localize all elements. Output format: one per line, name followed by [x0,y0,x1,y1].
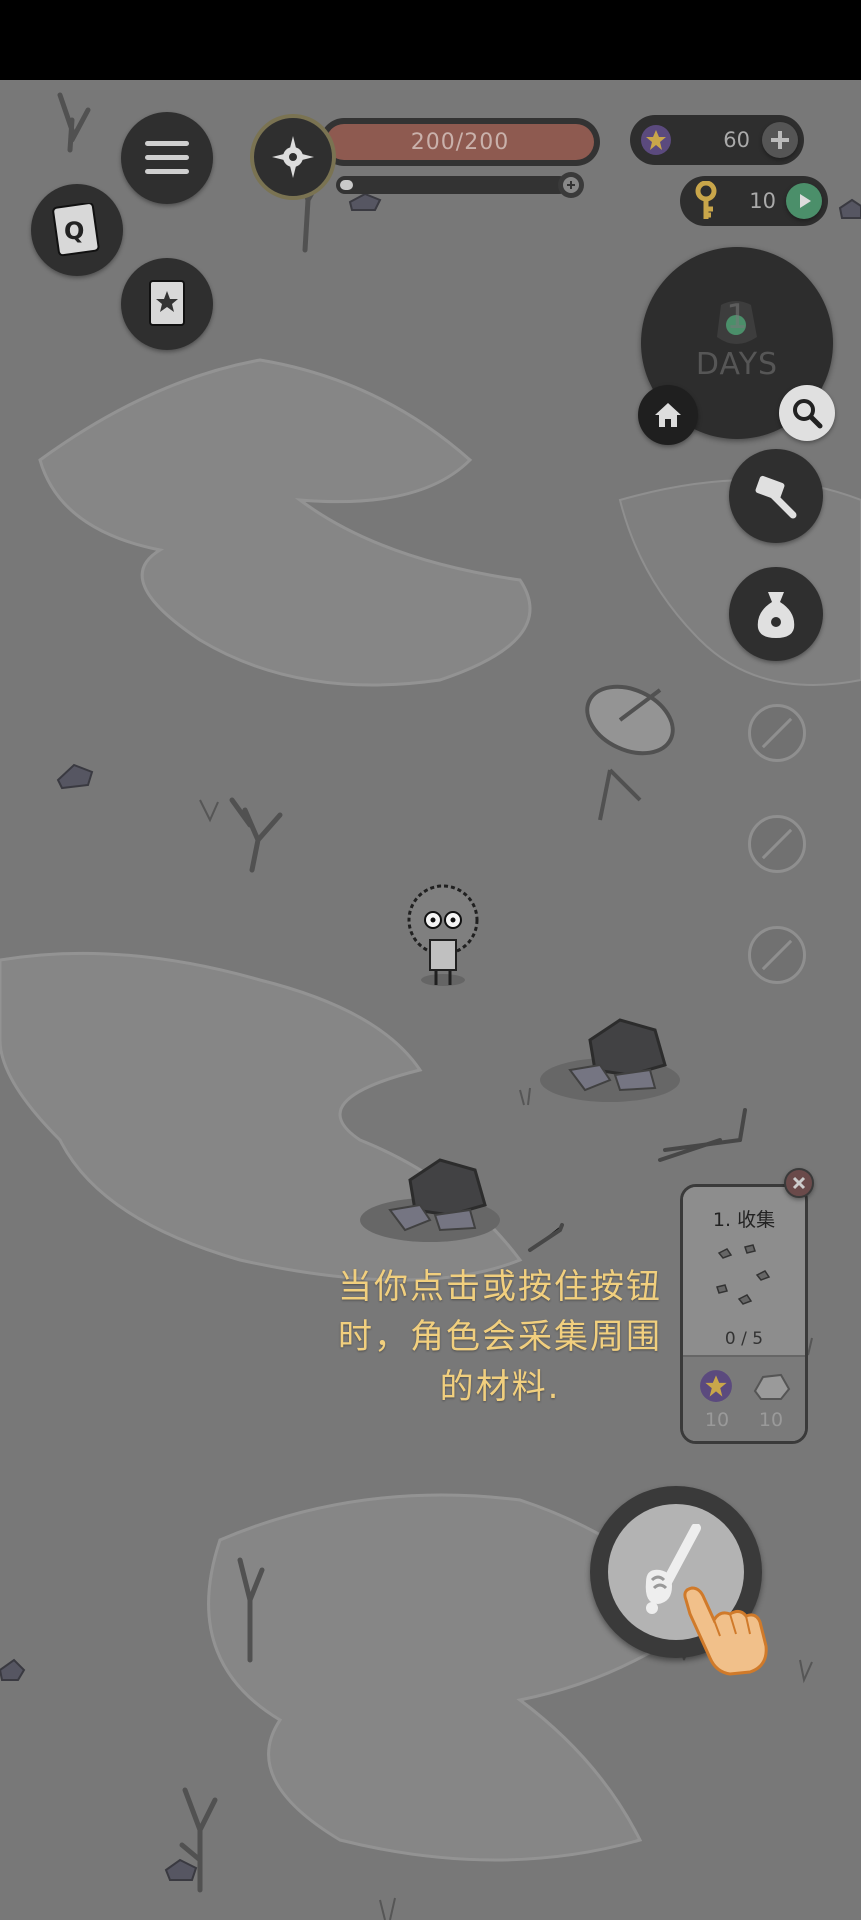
compass-gear-icon [272,136,314,178]
empty-slot-3[interactable] [748,926,806,984]
add-gems-button[interactable] [762,122,798,158]
svg-text:Q: Q [64,217,84,245]
days-label: DAYS [695,347,779,382]
reward-stone-value: 10 [758,1409,784,1431]
home-icon [655,403,681,427]
inventory-button[interactable] [729,567,823,661]
stamina-end-cap [558,172,584,198]
tutorial-line-1: 当你点击或按住按钮 [338,1267,662,1307]
fork-icon [563,177,579,193]
stamina-bar [336,176,568,194]
star-gem-icon [641,125,671,155]
stone-icon [753,1373,791,1400]
build-button[interactable] [729,449,823,543]
plus-icon [771,131,789,149]
hammer-icon [755,475,797,519]
magnifier-icon [793,399,823,429]
reward-gems-value: 10 [704,1409,730,1431]
gems-value: 60 [723,128,750,152]
health-text: 200/200 [410,129,510,155]
keys-counter: 10 [680,176,828,226]
empty-slot-1[interactable] [748,704,806,762]
health-bar: 200/200 [320,118,600,166]
star-book-icon [149,280,185,326]
empty-slot-2[interactable] [748,815,806,873]
tutorial-line-3: 的材料. [439,1367,561,1407]
zoom-button[interactable] [779,385,835,441]
key-icon [695,181,717,219]
play-icon [800,194,811,208]
health-bar-fill: 200/200 [326,124,594,160]
stamina-bar-fill [340,180,354,190]
keys-value: 10 [749,189,776,213]
status-bar [0,0,861,80]
quest-book-icon: Q [52,203,100,257]
quest-title: 1. 收集 [712,1209,776,1231]
favorites-button[interactable] [121,258,213,350]
quest-close-button[interactable] [784,1168,814,1198]
hamburger-icon [145,141,189,174]
gems-counter: 60 [630,115,804,165]
quest-log-button[interactable]: Q [31,184,123,276]
tutorial-line-2: 时，角色会采集周围 [338,1317,662,1357]
health-emblem[interactable] [250,114,336,200]
menu-button[interactable] [121,112,213,204]
home-button[interactable] [638,385,698,445]
watch-ad-keys-button[interactable] [786,183,822,219]
health-panel: 200/200 [250,114,602,200]
close-icon [792,1176,806,1190]
pointing-finger-icon [683,1586,768,1676]
stone-scatter-icon [716,1244,771,1305]
sack-icon [757,592,795,638]
tutorial-message: 当你点击或按住按钮 时，角色会采集周围 的材料. [290,1262,710,1412]
days-count: 1 [726,297,748,337]
